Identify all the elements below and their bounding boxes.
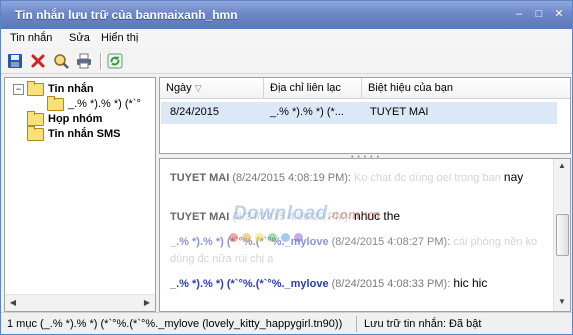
menu-view[interactable]: Hiển thị (101, 32, 138, 44)
message-sender: TUYET MAI (170, 211, 230, 223)
row-nickname: TUYET MAI (370, 106, 429, 118)
print-icon[interactable] (76, 53, 92, 69)
archive-window: Tin nhắn lưu trữ của banmaixanh_hmn – □ … (0, 0, 573, 335)
tree-item-messages[interactable]: − Tin nhắn (13, 80, 94, 96)
tree-item-label: Tin nhắn (48, 83, 94, 95)
message-time: (8/24/2015 4:08:27 PM): (331, 236, 451, 248)
column-date-label: Ngày (166, 82, 192, 94)
message-text: hic hic (453, 276, 488, 290)
watermark-dot (229, 233, 238, 242)
watermark-dot (255, 233, 264, 242)
delete-icon[interactable] (30, 53, 46, 69)
status-archive: Lưu trữ tin nhắn: Đã bật (364, 318, 482, 330)
row-contact: _.% *).% *) (*... (270, 106, 344, 118)
status-bar: 1 mục (_.% *).% *) (*`°%.(*`°%._mylove (… (1, 312, 572, 334)
conversation-view: TUYET MAI (8/24/2015 4:08:19 PM): Ko cha… (159, 158, 571, 312)
watermark-tld: .com.vn (327, 207, 381, 222)
column-date[interactable]: Ngày ▽ (160, 78, 264, 99)
watermark-logo: Download.com.vn (233, 203, 380, 225)
tree-item-conference[interactable]: Họp nhóm (27, 110, 103, 126)
refresh-icon[interactable] (107, 53, 123, 69)
scroll-down-icon[interactable]: ▼ (557, 297, 567, 307)
menu-edit[interactable]: Sửa (69, 32, 90, 44)
save-icon[interactable] (7, 53, 23, 69)
title-bar[interactable]: Tin nhắn lưu trữ của banmaixanh_hmn – □ … (1, 1, 572, 29)
maximize-button[interactable]: □ (534, 9, 544, 20)
table-row[interactable] (161, 102, 557, 124)
message-sender: _.% *).% *) (*`°%.(*`°%._mylove (170, 278, 329, 290)
column-contact[interactable]: Địa chỉ liên lạc (264, 78, 362, 99)
scroll-up-icon[interactable]: ▲ (557, 161, 567, 171)
chat-message: _.% *).% *) (*`°%.(*`°%._mylove (8/24/20… (170, 234, 545, 268)
folder-icon (27, 110, 44, 126)
watermark-dots (229, 233, 303, 242)
tree-item-sms[interactable]: Tin nhắn SMS (27, 125, 121, 141)
message-sender: TUYET MAI (170, 172, 230, 184)
watermark-main: Download (233, 203, 328, 224)
watermark-dot (268, 233, 277, 242)
folder-tree: − Tin nhắn _.% *).% *) (*`° Họp nhóm Tin… (4, 77, 156, 312)
window-title: Tin nhắn lưu trữ của banmaixanh_hmn (15, 8, 238, 22)
folder-icon (47, 95, 64, 111)
tree-horizontal-scrollbar[interactable]: ◀ ▶ (5, 294, 155, 311)
message-text: nay (503, 170, 524, 184)
folder-icon (27, 80, 44, 96)
menu-bar: Tin nhắn Sửa Hiển thị (1, 29, 572, 48)
tree-item-contact[interactable]: _.% *).% *) (*`° (47, 95, 141, 111)
tree-item-label: Họp nhóm (48, 113, 103, 125)
message-faded-text: Ko chat đc dùng oel trong ban (354, 172, 501, 184)
status-separator (356, 316, 357, 332)
scroll-left-icon[interactable]: ◀ (8, 298, 18, 308)
status-selection: 1 mục (_.% *).% *) (*`°%.(*`°%._mylove (… (7, 318, 343, 330)
toolbar (1, 49, 572, 74)
window-controls: – □ ✕ (514, 9, 564, 20)
message-time: (8/24/2015 4:08:33 PM): (331, 278, 451, 290)
toolbar-separator (100, 53, 102, 70)
close-button[interactable]: ✕ (554, 9, 564, 20)
tree-item-label: _.% *).% *) (*`° (68, 98, 141, 110)
find-icon[interactable] (53, 53, 69, 69)
column-nickname[interactable]: Biệt hiệu của bạn (362, 78, 570, 99)
chat-message: _.% *).% *) (*`°%.(*`°%._mylove (8/24/20… (170, 275, 545, 293)
menu-messages[interactable]: Tin nhắn (10, 32, 52, 44)
tree-item-label: Tin nhắn SMS (48, 128, 121, 140)
sort-icon: ▽ (194, 83, 202, 93)
watermark-dot (281, 233, 290, 242)
scroll-thumb[interactable] (556, 214, 569, 256)
scroll-right-icon[interactable]: ▶ (142, 298, 152, 308)
folder-icon (27, 125, 44, 141)
minimize-button[interactable]: – (514, 9, 524, 20)
chat-message: TUYET MAI (8/24/2015 4:08:19 PM): Ko cha… (170, 169, 545, 187)
watermark-dot (242, 233, 251, 242)
message-list: Ngày ▽ Địa chỉ liên lạc Biệt hiệu của bạ… (159, 77, 571, 154)
row-date: 8/24/2015 (170, 106, 219, 118)
collapse-icon[interactable]: − (13, 83, 24, 95)
message-time: (8/24/2015 4:08:19 PM): (232, 172, 351, 184)
watermark-dot (294, 233, 303, 242)
chat-vertical-scrollbar[interactable]: ▲ ▼ (553, 159, 570, 311)
